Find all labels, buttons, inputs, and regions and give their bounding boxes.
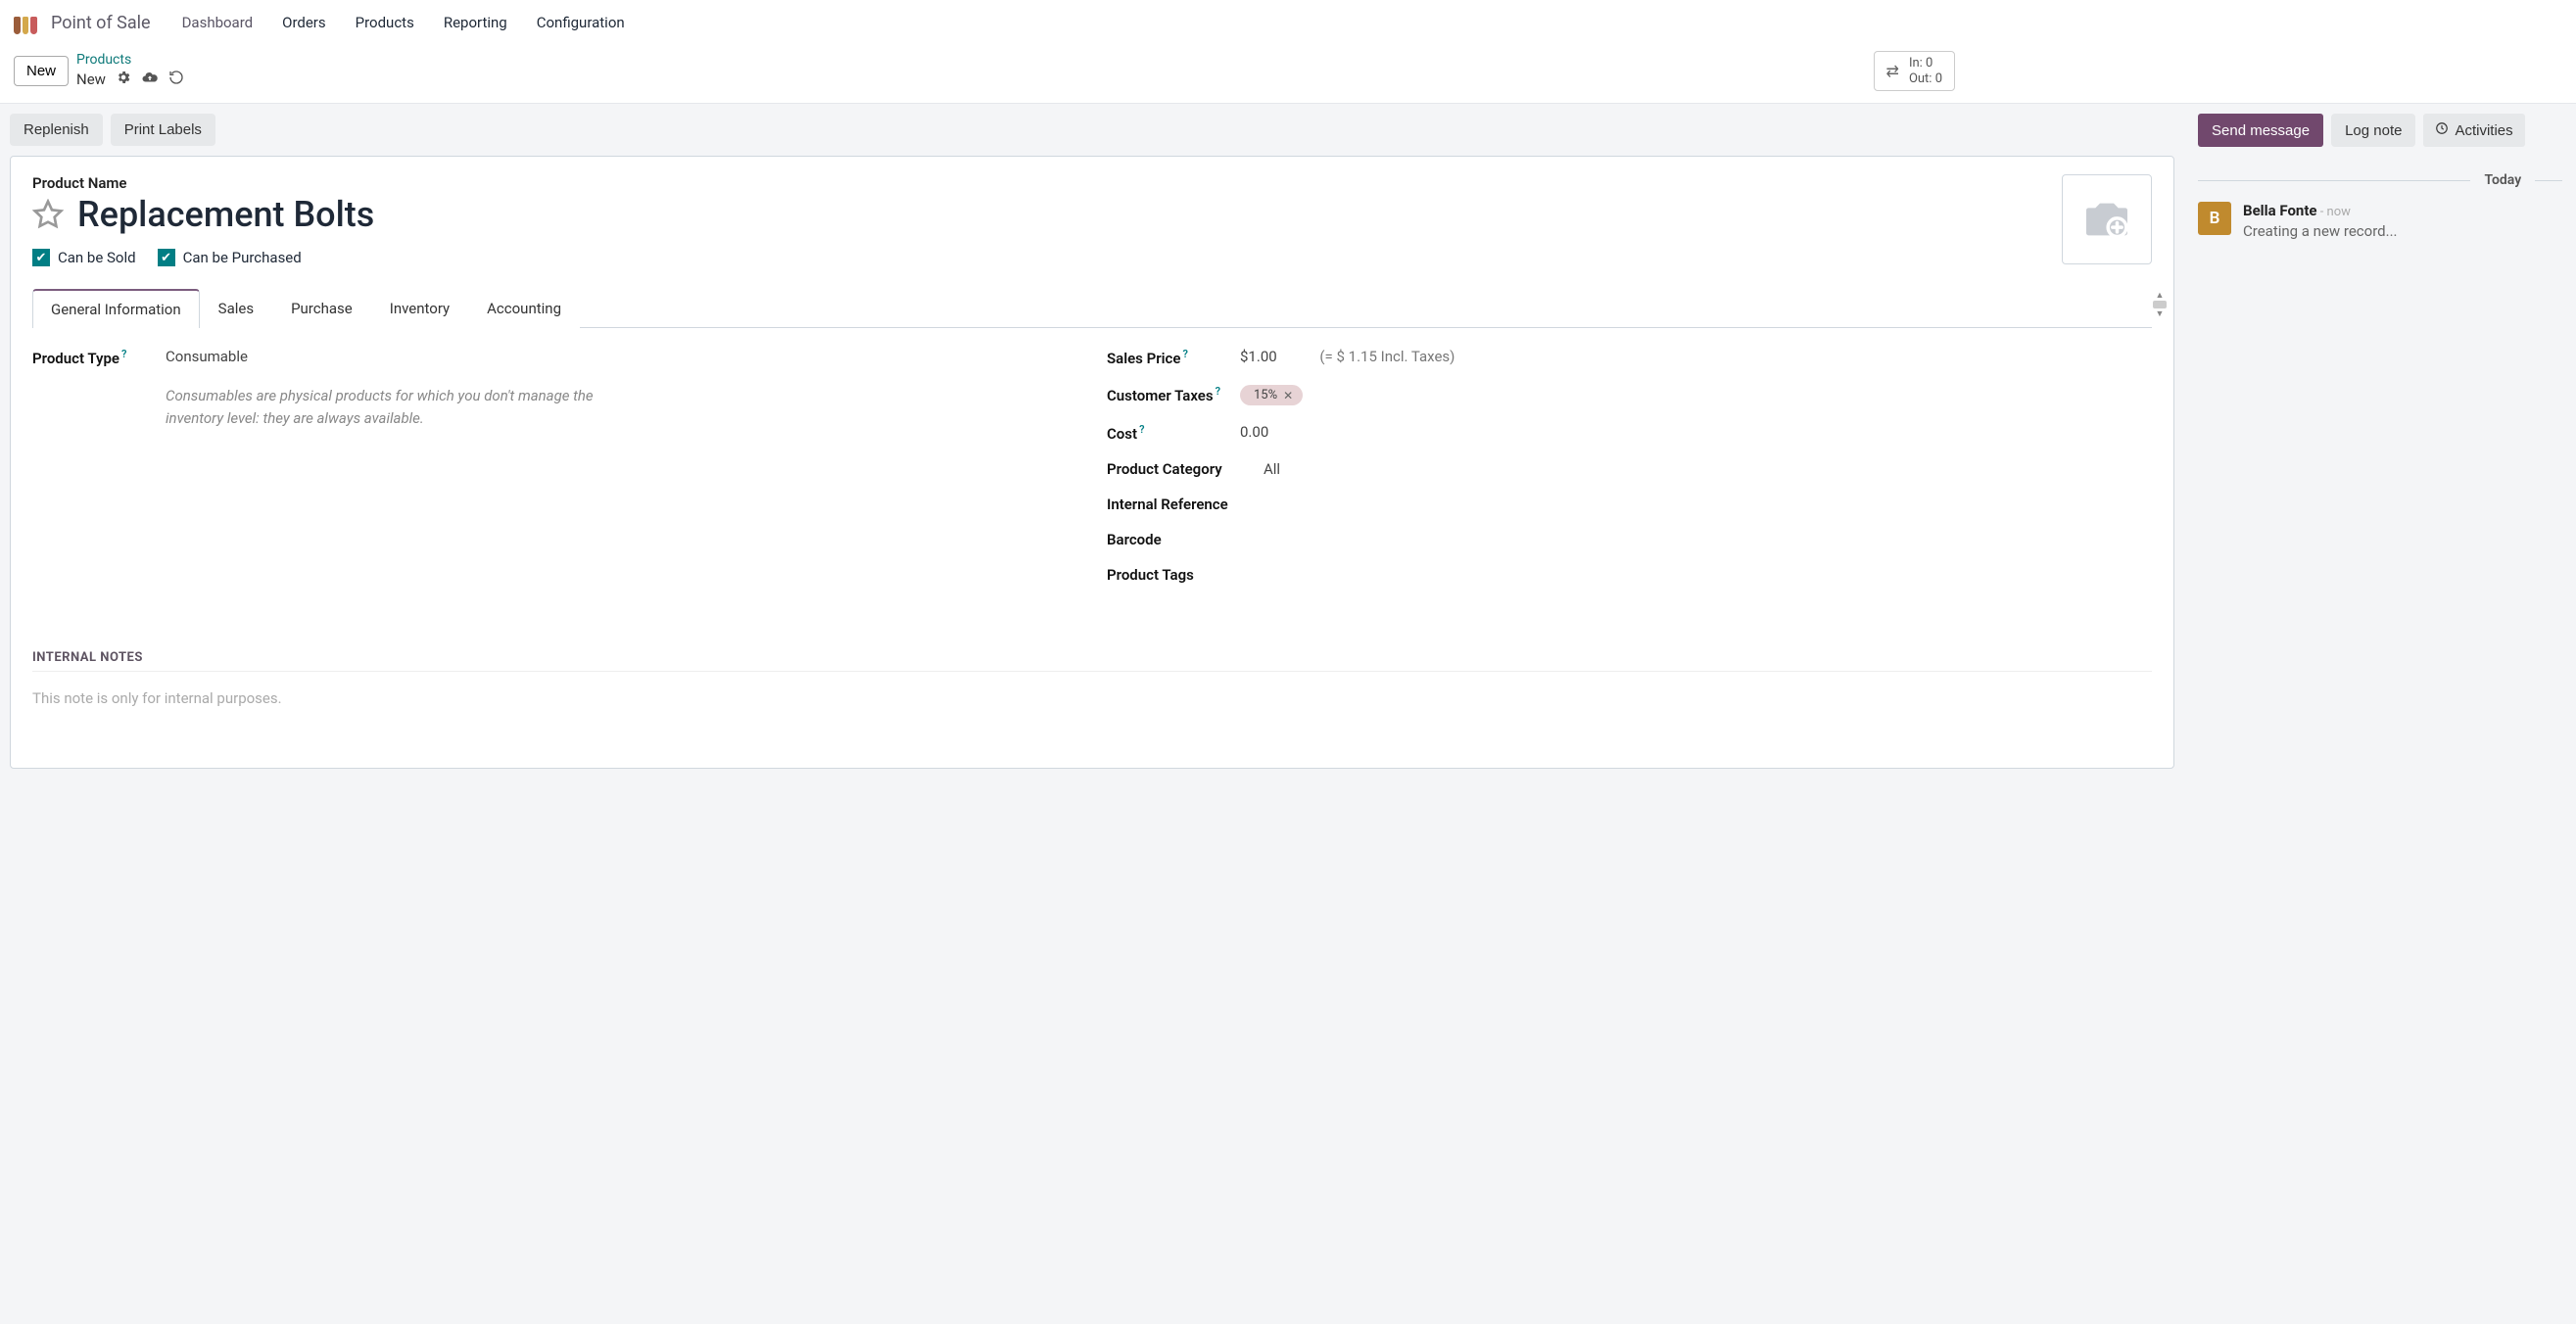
sales-price-incl-taxes: (= $ 1.15 Incl. Taxes) xyxy=(1319,348,1455,365)
nav-reporting[interactable]: Reporting xyxy=(432,8,519,37)
internal-notes-input[interactable]: This note is only for internal purposes. xyxy=(32,689,2152,729)
tab-accounting[interactable]: Accounting xyxy=(468,289,580,328)
help-icon[interactable]: ? xyxy=(121,348,126,360)
top-navigation: Point of Sale Dashboard Orders Products … xyxy=(0,0,2576,45)
clock-icon xyxy=(2435,121,2449,139)
form-sheet: Product Name Replacement Bolts ✔ Can be … xyxy=(10,156,2174,769)
nav-orders[interactable]: Orders xyxy=(270,8,338,37)
out-value: 0 xyxy=(1935,71,1942,86)
product-name-value[interactable]: Replacement Bolts xyxy=(77,194,374,235)
form-tabs: General Information Sales Purchase Inven… xyxy=(32,288,2152,328)
tab-sales[interactable]: Sales xyxy=(200,289,272,328)
new-button[interactable]: New xyxy=(14,56,69,86)
help-icon[interactable]: ? xyxy=(1139,423,1144,436)
avatar[interactable]: B xyxy=(2198,202,2231,235)
scroll-up-icon[interactable]: ▲ xyxy=(2156,290,2165,301)
can-be-purchased-label: Can be Purchased xyxy=(183,249,302,266)
favorite-star-icon[interactable] xyxy=(32,199,64,230)
remove-tax-icon[interactable]: ✕ xyxy=(1283,389,1293,402)
in-label: In: xyxy=(1909,56,1923,71)
log-user[interactable]: Bella Fonte xyxy=(2243,202,2317,219)
tax-chip-label: 15% xyxy=(1254,388,1277,402)
cost-value[interactable]: 0.00 xyxy=(1240,423,2152,441)
barcode-label: Barcode xyxy=(1107,531,1240,548)
breadcrumb: Products New xyxy=(76,52,184,90)
help-icon[interactable]: ? xyxy=(1182,348,1187,360)
breadcrumb-parent[interactable]: Products xyxy=(76,52,184,69)
nav-dashboard[interactable]: Dashboard xyxy=(170,8,265,37)
cloud-upload-icon[interactable] xyxy=(141,69,159,90)
sales-price-label: Sales Price xyxy=(1107,350,1180,367)
stock-in-out-button[interactable]: ⇄ In: 0 Out: 0 xyxy=(1874,51,1955,91)
product-type-description: Consumables are physical products for wh… xyxy=(166,385,596,429)
internal-reference-label: Internal Reference xyxy=(1107,496,1264,513)
tab-scrollbar[interactable]: ▲ ▼ xyxy=(2152,288,2168,321)
log-entry: B Bella Fonte - now Creating a new recor… xyxy=(2198,202,2562,240)
checkmark-icon: ✔ xyxy=(158,249,175,266)
log-time: now xyxy=(2327,205,2351,219)
customer-taxes-label: Customer Taxes xyxy=(1107,387,1214,404)
nav-configuration[interactable]: Configuration xyxy=(525,8,637,37)
can-be-purchased-checkbox[interactable]: ✔ Can be Purchased xyxy=(158,249,302,266)
product-category-value[interactable]: All xyxy=(1264,460,2152,478)
can-be-sold-checkbox[interactable]: ✔ Can be Sold xyxy=(32,249,136,266)
transfer-icon: ⇄ xyxy=(1886,62,1899,80)
log-note-button[interactable]: Log note xyxy=(2331,114,2415,147)
tab-inventory[interactable]: Inventory xyxy=(371,289,468,328)
gear-icon[interactable] xyxy=(116,70,131,89)
scroll-track[interactable] xyxy=(2153,301,2167,308)
product-type-label: Product Type xyxy=(32,350,119,367)
camera-plus-icon xyxy=(2079,192,2134,247)
product-category-label: Product Category xyxy=(1107,460,1264,478)
tab-purchase[interactable]: Purchase xyxy=(272,289,371,328)
chatter-sidebar: Send message Log note Activities Today B… xyxy=(2184,104,2576,1324)
print-labels-button[interactable]: Print Labels xyxy=(111,114,215,146)
activities-button[interactable]: Activities xyxy=(2423,114,2524,147)
sub-header: New Products New ⇄ In: 0 Out: 0 xyxy=(0,45,2576,103)
in-value: 0 xyxy=(1926,56,1932,71)
product-tags-label: Product Tags xyxy=(1107,566,1240,584)
product-image-upload[interactable] xyxy=(2062,174,2152,264)
breadcrumb-current: New xyxy=(76,71,106,88)
product-name-label: Product Name xyxy=(32,174,2042,192)
scroll-down-icon[interactable]: ▼ xyxy=(2156,308,2165,319)
tax-chip[interactable]: 15% ✕ xyxy=(1240,385,1303,405)
undo-icon[interactable] xyxy=(168,70,184,89)
can-be-sold-label: Can be Sold xyxy=(58,249,136,266)
activities-label: Activities xyxy=(2455,122,2512,139)
app-icon[interactable] xyxy=(14,11,37,34)
tab-general-information[interactable]: General Information xyxy=(32,289,200,328)
product-type-value[interactable]: Consumable xyxy=(166,348,1077,365)
replenish-button[interactable]: Replenish xyxy=(10,114,103,146)
app-title: Point of Sale xyxy=(51,13,151,33)
sales-price-value[interactable]: $1.00 xyxy=(1240,348,1277,365)
log-message: Creating a new record... xyxy=(2243,222,2398,240)
today-divider-label: Today xyxy=(2484,172,2521,188)
help-icon[interactable]: ? xyxy=(1216,385,1220,398)
cost-label: Cost xyxy=(1107,425,1137,443)
nav-products[interactable]: Products xyxy=(344,8,426,37)
out-label: Out: xyxy=(1909,71,1932,86)
internal-notes-heading: Internal Notes xyxy=(32,650,2152,672)
send-message-button[interactable]: Send message xyxy=(2198,114,2323,147)
checkmark-icon: ✔ xyxy=(32,249,50,266)
